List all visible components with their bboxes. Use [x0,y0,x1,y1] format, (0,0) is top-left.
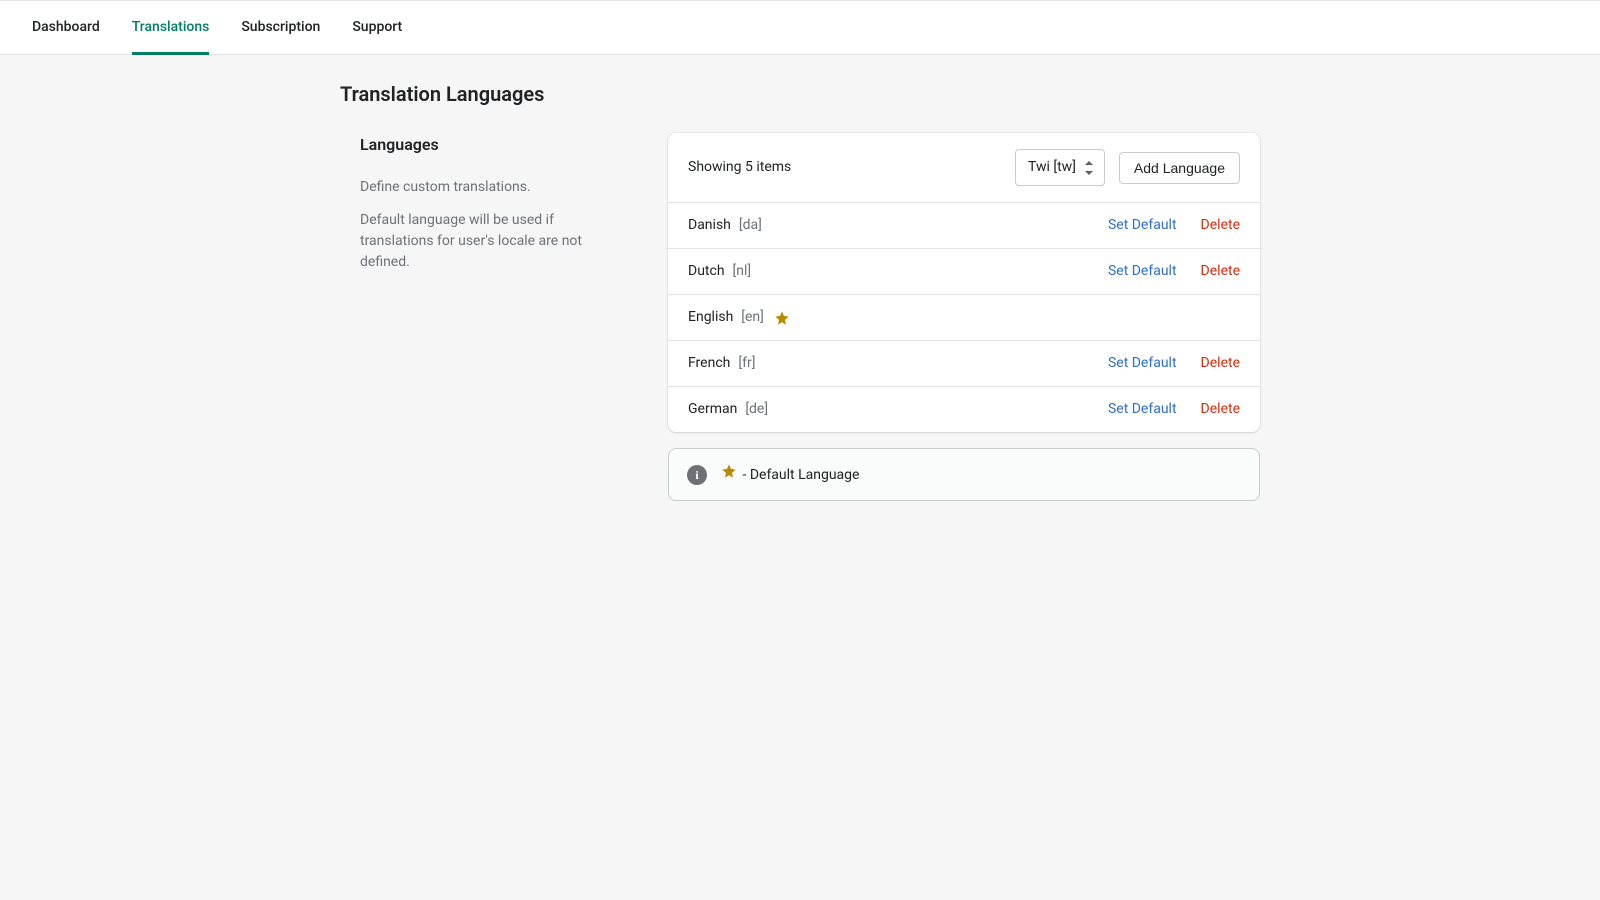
row-actions: Set Default Delete [1108,399,1240,420]
language-row: French [fr] Set Default Delete [668,341,1260,387]
language-name: German [688,399,737,420]
language-row: Dutch [nl] Set Default Delete [668,249,1260,295]
language-name: French [688,353,730,374]
delete-link[interactable]: Delete [1201,353,1240,374]
set-default-link[interactable]: Set Default [1108,215,1177,236]
language-code: [fr] [738,353,755,374]
set-default-link[interactable]: Set Default [1108,353,1177,374]
language-row: German [de] Set Default Delete [668,387,1260,432]
nav-dashboard[interactable]: Dashboard [32,1,100,54]
language-select-value: Twi [tw] [1028,157,1076,178]
language-code: [en] [741,307,764,328]
side-panel: Languages Define custom translations. De… [340,133,620,285]
delete-link[interactable]: Delete [1201,261,1240,282]
language-name: Dutch [688,261,725,282]
side-title: Languages [360,133,620,157]
language-name: Danish [688,215,731,236]
main-panel: Showing 5 items Twi [tw] Add Language Da… [668,133,1260,501]
language-code: [nl] [733,261,752,282]
row-actions: Set Default Delete [1108,261,1240,282]
star-icon [774,310,790,326]
language-code: [de] [745,399,768,420]
language-name: English [688,307,733,328]
row-actions: Set Default Delete [1108,215,1240,236]
showing-count: Showing 5 items [688,157,791,178]
legend-text: - Default Language [742,467,859,483]
set-default-link[interactable]: Set Default [1108,399,1177,420]
default-legend: i - Default Language [668,448,1260,501]
language-row: English [en] [668,295,1260,341]
select-caret-icon [1084,161,1094,175]
delete-link[interactable]: Delete [1201,399,1240,420]
info-icon: i [687,465,707,485]
star-icon [721,463,737,479]
nav-support[interactable]: Support [352,1,402,54]
language-row: Danish [da] Set Default Delete [668,203,1260,249]
language-code: [da] [739,215,762,236]
side-desc-1: Define custom translations. [360,177,620,198]
set-default-link[interactable]: Set Default [1108,261,1177,282]
card-header: Showing 5 items Twi [tw] Add Language [668,133,1260,203]
side-desc-2: Default language will be used if transla… [360,210,620,273]
languages-card: Showing 5 items Twi [tw] Add Language Da… [668,133,1260,432]
add-language-button[interactable]: Add Language [1119,152,1240,184]
page-title: Translation Languages [340,79,1260,109]
row-actions: Set Default Delete [1108,353,1240,374]
delete-link[interactable]: Delete [1201,215,1240,236]
language-select[interactable]: Twi [tw] [1015,149,1105,186]
nav-subscription[interactable]: Subscription [241,1,320,54]
top-nav: Dashboard Translations Subscription Supp… [0,0,1600,55]
nav-translations[interactable]: Translations [132,1,210,54]
